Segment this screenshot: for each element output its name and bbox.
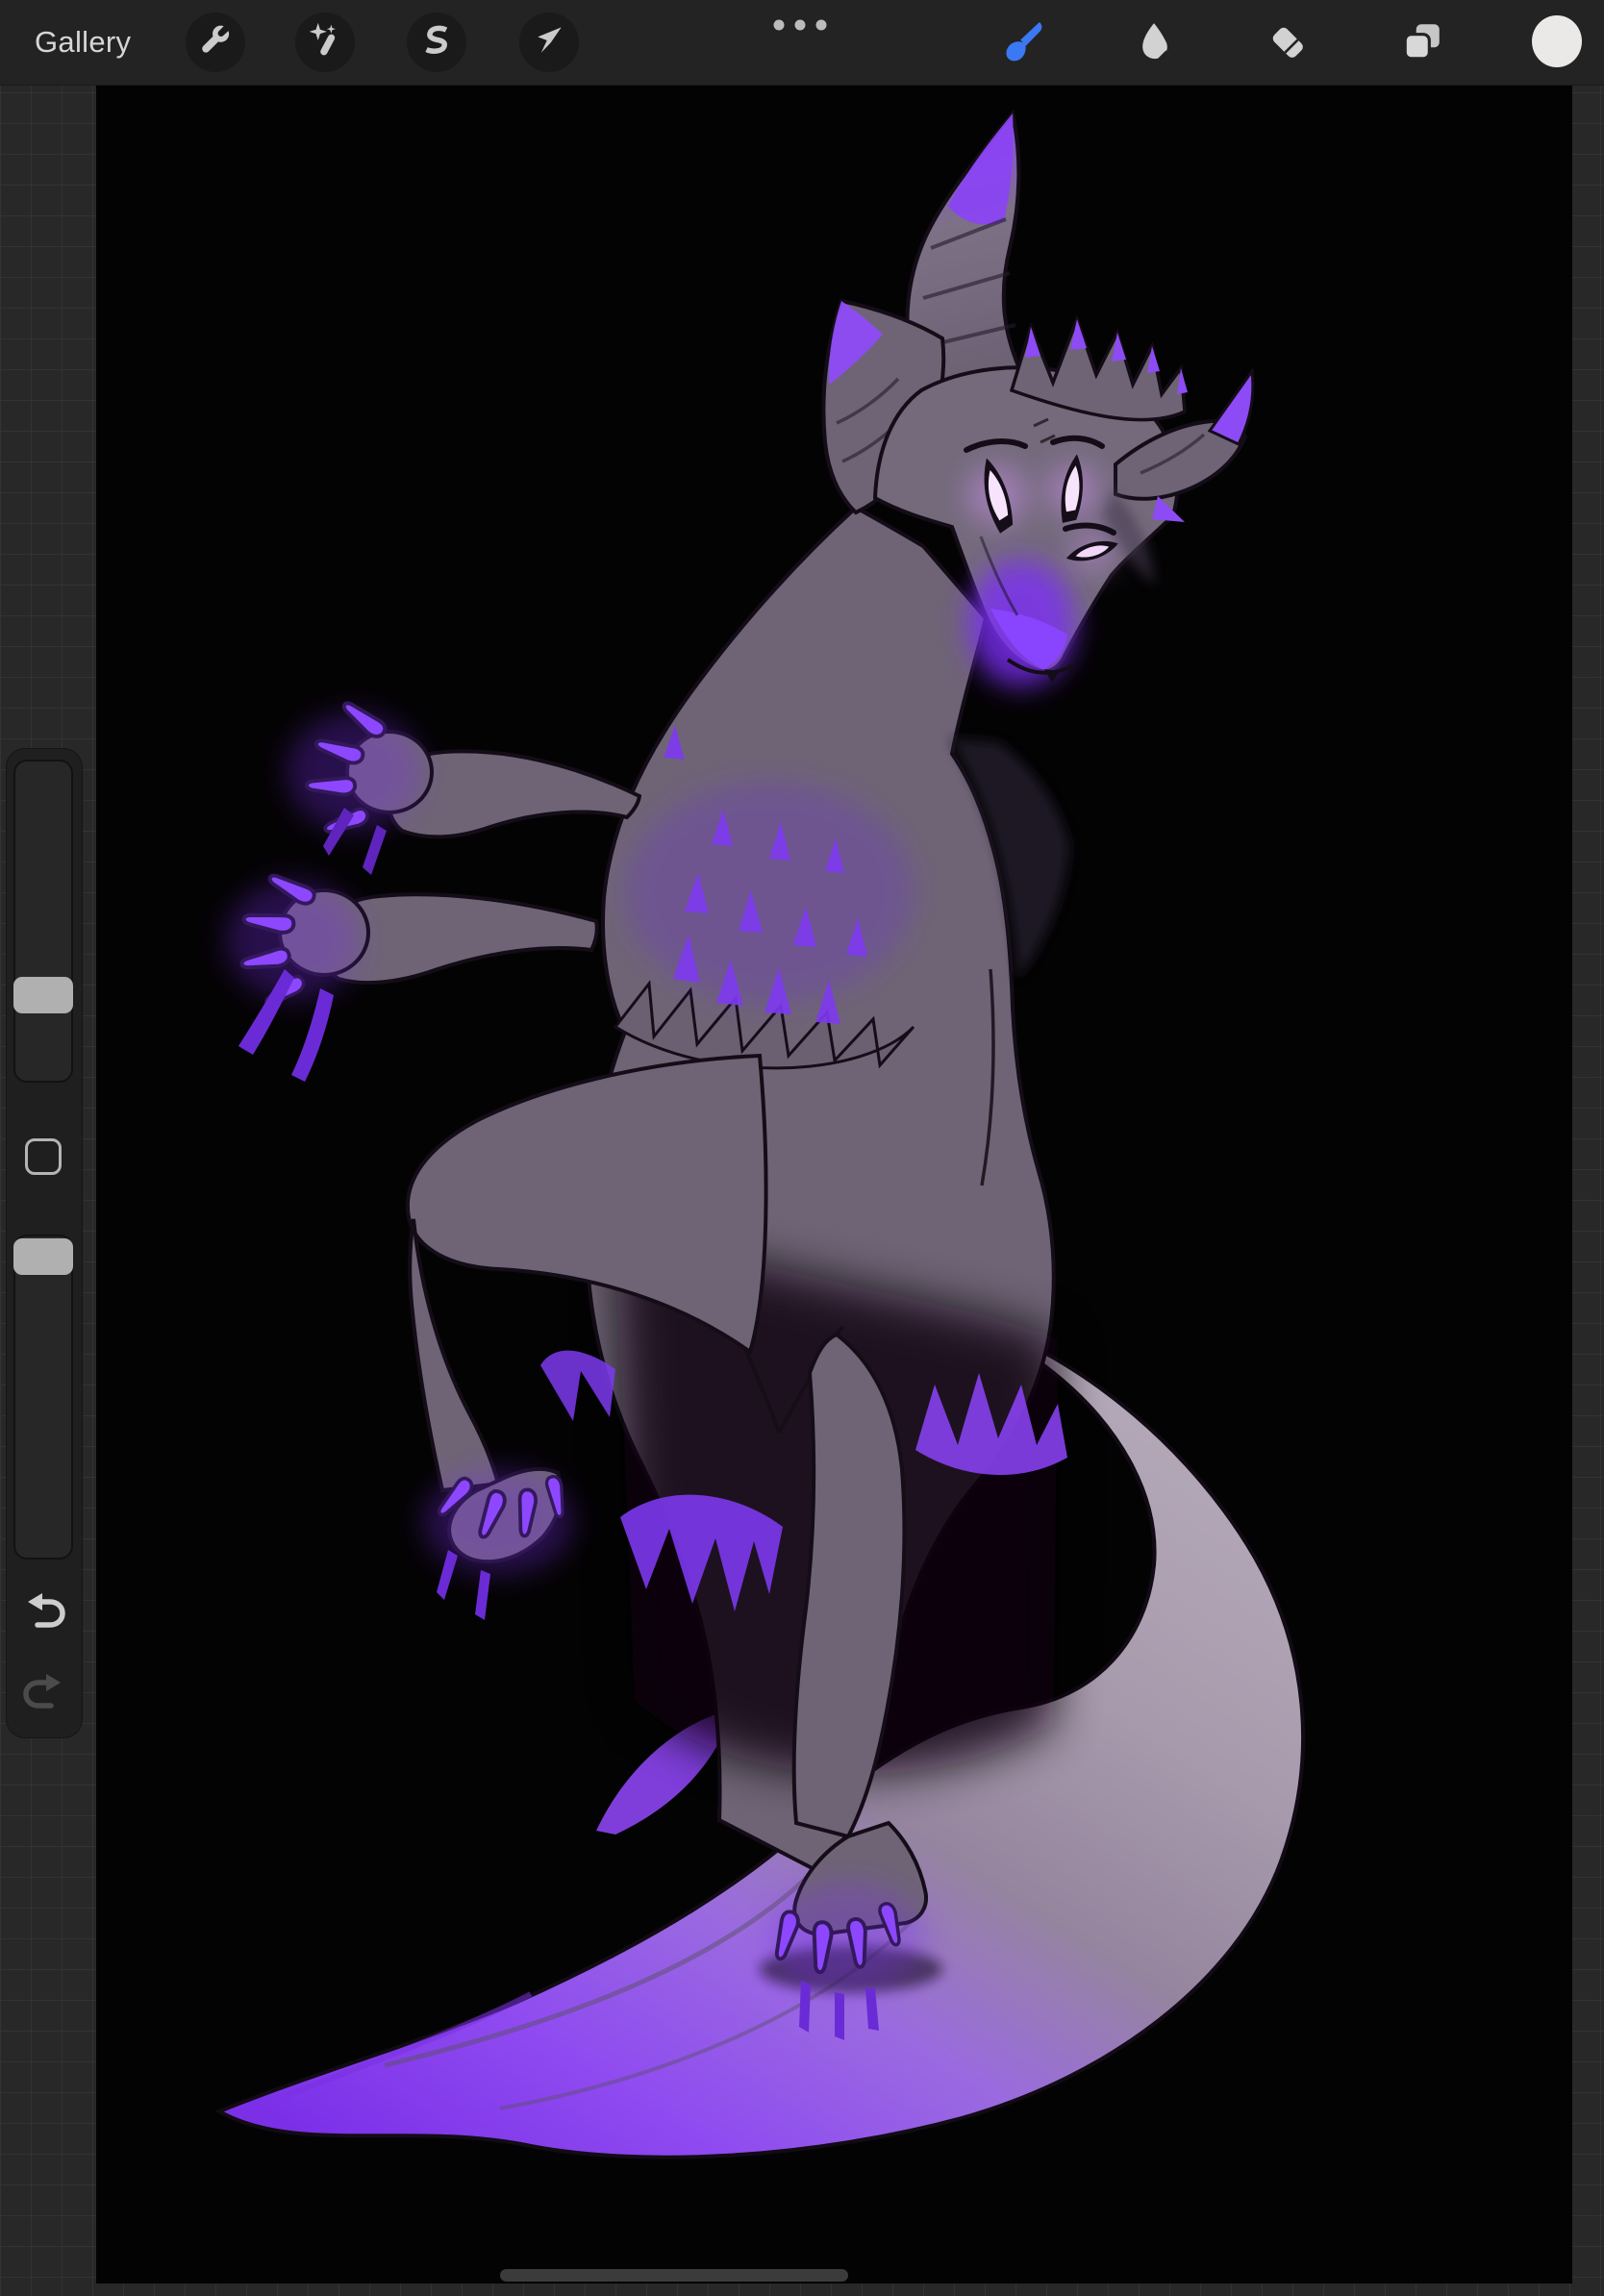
smudge-finger-icon: [1132, 19, 1176, 68]
brush-size-slider[interactable]: [13, 760, 73, 1083]
undo-button[interactable]: [21, 1588, 67, 1635]
ellipsis-icon: [768, 17, 832, 37]
magic-wand-icon: [306, 21, 344, 64]
canvas-menu-button[interactable]: [769, 0, 831, 58]
selection-button[interactable]: [407, 12, 466, 72]
drawing-canvas[interactable]: [96, 85, 1572, 2284]
opacity-slider-handle[interactable]: [13, 1238, 73, 1275]
adjustments-button[interactable]: [295, 12, 355, 72]
color-swatch-circle: [1530, 14, 1584, 73]
paint-brush-icon: [997, 18, 1043, 69]
undo-arrow-icon: [21, 1618, 67, 1635]
modify-button[interactable]: [25, 1138, 62, 1175]
wrench-icon: [196, 21, 235, 64]
opacity-slider[interactable]: [13, 1235, 73, 1560]
redo-button[interactable]: [21, 1669, 67, 1716]
actions-button[interactable]: [186, 12, 245, 72]
selection-s-icon: [417, 21, 456, 64]
layers-icon: [1400, 19, 1444, 68]
paint-tool-button[interactable]: [990, 12, 1051, 74]
smudge-tool-button[interactable]: [1123, 12, 1185, 74]
brush-size-slider-handle[interactable]: [13, 977, 73, 1013]
layers-button[interactable]: [1391, 12, 1453, 74]
transform-button[interactable]: [519, 12, 579, 72]
creature-artwork: [96, 85, 1572, 2284]
top-toolbar: Gallery: [0, 0, 1604, 86]
eraser-icon: [1266, 19, 1311, 68]
home-indicator[interactable]: [500, 2269, 848, 2282]
erase-tool-button[interactable]: [1258, 12, 1319, 74]
transform-arrow-icon: [530, 21, 568, 64]
redo-arrow-icon: [21, 1699, 67, 1715]
gallery-button[interactable]: Gallery: [35, 0, 131, 85]
color-button[interactable]: [1526, 12, 1588, 74]
